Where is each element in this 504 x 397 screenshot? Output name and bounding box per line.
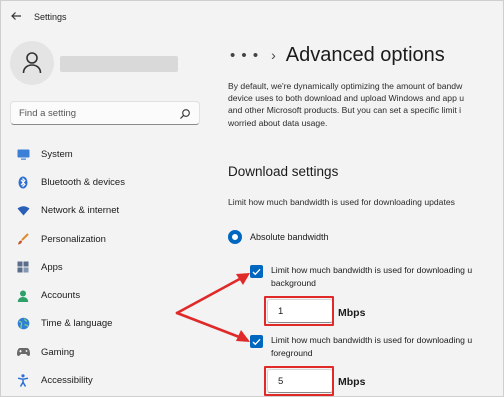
monitor-icon xyxy=(16,147,30,161)
back-arrow-icon[interactable] xyxy=(8,10,24,26)
limit-description: Limit how much bandwidth is used for dow… xyxy=(228,197,455,207)
checkbox-label-line: foreground xyxy=(271,347,313,358)
sidebar-item-label: Bluetooth & devices xyxy=(41,176,125,188)
foreground-unit-label: Mbps xyxy=(338,376,366,388)
description-line: device uses to both download and upload … xyxy=(228,93,465,104)
sidebar-item-personalization[interactable]: Personalization xyxy=(10,225,210,253)
apps-icon xyxy=(16,260,30,274)
foreground-bandwidth-value: 5 xyxy=(278,376,284,387)
background-limit-checkbox[interactable] xyxy=(250,265,263,278)
checkbox-label: Limit how much bandwidth is used for dow… xyxy=(271,264,472,289)
background-limit-checkbox-row[interactable]: Limit how much bandwidth is used for dow… xyxy=(250,264,472,289)
checkbox-label: Limit how much bandwidth is used for dow… xyxy=(271,334,472,359)
foreground-limit-checkbox-row[interactable]: Limit how much bandwidth is used for dow… xyxy=(250,334,472,359)
description-text: By default, we're dynamically optimizing… xyxy=(228,80,504,129)
sidebar-item-label: Accounts xyxy=(41,290,81,302)
page-title: Advanced options xyxy=(285,43,445,66)
sidebar-item-label: Gaming xyxy=(41,346,75,358)
sidebar-item-label: System xyxy=(41,148,73,160)
user-name-redacted xyxy=(60,56,178,72)
avatar[interactable] xyxy=(10,41,54,85)
sidebar-item-label: Accessibility xyxy=(41,375,93,387)
sidebar-item-system[interactable]: System xyxy=(10,140,210,168)
sidebar-item-bluetooth[interactable]: Bluetooth & devices xyxy=(10,168,210,196)
absolute-bandwidth-radio[interactable] xyxy=(228,230,242,244)
sidebar-item-label: Time & language xyxy=(41,318,113,330)
absolute-bandwidth-option[interactable]: Absolute bandwidth xyxy=(228,230,329,244)
checkbox-label-line: Limit how much bandwidth is used for dow… xyxy=(271,335,473,345)
section-title-download-settings: Download settings xyxy=(228,164,339,179)
person-icon xyxy=(16,289,30,303)
sidebar-nav: System Bluetooth & devices Network & int… xyxy=(10,140,210,395)
bluetooth-icon xyxy=(16,175,30,189)
search-placeholder: Find a setting xyxy=(19,108,77,119)
wifi-icon xyxy=(16,204,30,218)
main-content: • • • › Advanced options By default, we'… xyxy=(212,0,504,397)
breadcrumb: • • • › Advanced options xyxy=(230,40,445,70)
breadcrumb-ellipsis-button[interactable]: • • • xyxy=(230,47,259,64)
sidebar-item-gaming[interactable]: Gaming xyxy=(10,338,210,366)
radio-label: Absolute bandwidth xyxy=(250,232,329,242)
checkmark-icon xyxy=(252,268,261,275)
checkmark-icon xyxy=(252,338,261,345)
sidebar-item-label: Personalization xyxy=(41,233,106,245)
sidebar-item-accounts[interactable]: Accounts xyxy=(10,281,210,309)
sidebar-item-apps[interactable]: Apps xyxy=(10,253,210,281)
description-line: worried about data usage. xyxy=(228,117,328,128)
checkbox-label-line: Limit how much bandwidth is used for dow… xyxy=(271,265,473,275)
person-silhouette-icon xyxy=(22,52,42,74)
description-line: By default, we're dynamically optimizing… xyxy=(228,81,463,91)
chevron-right-icon: › xyxy=(271,47,276,63)
brush-icon xyxy=(16,232,30,246)
foreground-limit-checkbox[interactable] xyxy=(250,335,263,348)
globe-icon xyxy=(16,317,30,331)
background-bandwidth-value: 1 xyxy=(278,306,284,317)
sidebar-item-accessibility[interactable]: Accessibility xyxy=(10,366,210,394)
accessibility-icon xyxy=(16,374,30,388)
gamepad-icon xyxy=(16,345,30,359)
search-input[interactable]: Find a setting xyxy=(10,101,200,125)
checkbox-label-line: background xyxy=(271,277,316,288)
sidebar-item-label: Network & internet xyxy=(41,205,120,217)
search-icon[interactable] xyxy=(179,107,191,119)
sidebar-item-label: Apps xyxy=(41,261,63,273)
settings-window: Settings Find a setting System Bluetooth… xyxy=(0,0,504,397)
background-unit-label: Mbps xyxy=(338,307,366,319)
sidebar-item-network[interactable]: Network & internet xyxy=(10,197,210,225)
background-bandwidth-input[interactable]: 1 xyxy=(267,299,333,323)
foreground-bandwidth-input[interactable]: 5 xyxy=(267,369,333,393)
app-title: Settings xyxy=(34,12,67,22)
description-line: and other Microsoft products. But you ca… xyxy=(228,105,462,116)
sidebar-item-time-language[interactable]: Time & language xyxy=(10,310,210,338)
